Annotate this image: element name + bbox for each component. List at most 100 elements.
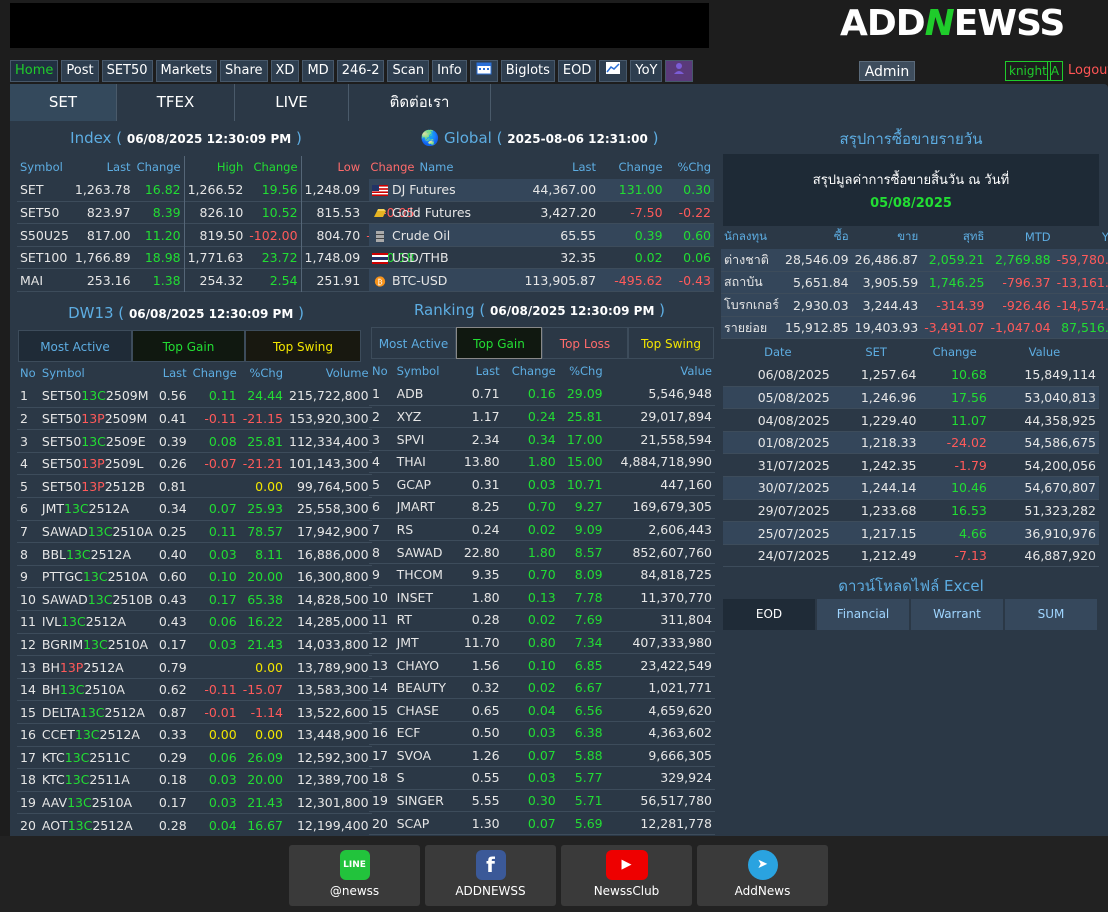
- tab-set[interactable]: SET: [10, 84, 117, 121]
- dw-row[interactable]: 8 BBL13C2512A 0.40 0.03 8.11 16,886,000: [17, 543, 372, 566]
- dw-symbol[interactable]: SET5013P2509L: [39, 452, 156, 475]
- rank-tab-most-active[interactable]: Most Active: [371, 327, 456, 359]
- dw-symbol[interactable]: BH13P2512A: [39, 656, 156, 679]
- line-link[interactable]: LINE @newss: [289, 845, 420, 906]
- calendar-icon[interactable]: [469, 60, 498, 82]
- ranking-row[interactable]: 2 XYZ 1.17 0.24 25.81 29,017,894: [369, 405, 715, 428]
- telegram-link[interactable]: ➤ AddNews: [697, 845, 828, 906]
- dw-row[interactable]: 9 PTTGC13C2510A 0.60 0.10 20.00 16,300,800: [17, 565, 372, 588]
- nav-markets[interactable]: Markets: [155, 60, 218, 82]
- dw-symbol[interactable]: SET5013C2509M: [39, 385, 156, 408]
- dw-row[interactable]: 3 SET5013C2509E 0.39 0.08 25.81 112,334,400: [17, 430, 372, 453]
- chart-icon[interactable]: [599, 60, 628, 82]
- youtube-link[interactable]: ▶ NewssClub: [561, 845, 692, 906]
- index-row[interactable]: SET 1,263.78 16.82 1,266.52 19.56 1,248.09 1.1…: [17, 178, 418, 202]
- dw-symbol[interactable]: SET5013P2512B: [39, 475, 156, 498]
- dw-symbol[interactable]: BH13C2510A: [39, 678, 156, 701]
- nav-xd[interactable]: XD: [270, 60, 300, 82]
- dw-row[interactable]: 20 AOT13C2512A 0.28 0.04 16.67 12,199,400: [17, 814, 372, 837]
- ranking-row[interactable]: 1 ADB 0.71 0.16 29.09 5,546,948: [369, 383, 715, 406]
- ranking-row[interactable]: 7 RS 0.24 0.02 9.09 2,606,443: [369, 518, 715, 541]
- ranking-row[interactable]: 10 INSET 1.80 0.13 7.78 11,370,770: [369, 586, 715, 609]
- index-row[interactable]: MAI 253.16 1.38 254.32 2.54 251.91 0.13: [17, 268, 418, 292]
- dw-symbol[interactable]: SET5013C2509E: [39, 430, 156, 453]
- user-name[interactable]: knight: [1005, 61, 1051, 81]
- global-row[interactable]: Gold Futures 3,427.20 -7.50 -0.22: [369, 201, 714, 224]
- nav-md[interactable]: MD: [302, 60, 334, 82]
- ranking-row[interactable]: 5 GCAP 0.31 0.03 10.71 447,160: [369, 473, 715, 496]
- dw-symbol[interactable]: PTTGC13C2510A: [39, 565, 156, 588]
- logout-link[interactable]: Logout: [1068, 63, 1108, 78]
- addnewss-logo[interactable]: ADDNEWSS: [840, 4, 1065, 44]
- dw-row[interactable]: 4 SET5013P2509L 0.26 -0.07 -21.21 101,143,300: [17, 452, 372, 475]
- dw-row[interactable]: 13 BH13P2512A 0.79 0.00 13,789,900: [17, 656, 372, 679]
- dw-symbol[interactable]: KTC13C2511C: [39, 746, 156, 769]
- dw-row[interactable]: 2 SET5013P2509M 0.41 -0.11 -21.15 153,920,300: [17, 407, 372, 430]
- ranking-row[interactable]: 3 SPVI 2.34 0.34 17.00 21,558,594: [369, 428, 715, 451]
- dw-row[interactable]: 16 CCET13C2512A 0.33 0.00 0.00 13,448,900: [17, 724, 372, 747]
- dw-symbol[interactable]: BGRIM13C2510A: [39, 633, 156, 656]
- dw-row[interactable]: 11 IVL13C2512A 0.43 0.06 16.22 14,285,000: [17, 611, 372, 634]
- nav-246-2[interactable]: 246-2: [336, 60, 385, 82]
- dw-symbol[interactable]: CCET13C2512A: [39, 724, 156, 747]
- nav-eod[interactable]: EOD: [557, 60, 597, 82]
- dw-symbol[interactable]: BBL13C2512A: [39, 543, 156, 566]
- dw-row[interactable]: 1 SET5013C2509M 0.56 0.11 24.44 215,722,800: [17, 385, 372, 408]
- dw-symbol[interactable]: SET5013P2509M: [39, 407, 156, 430]
- ranking-row[interactable]: 8 SAWAD 22.80 1.80 8.57 852,607,760: [369, 541, 715, 564]
- rank-tab-top-gain[interactable]: Top Gain: [456, 327, 542, 359]
- tab-tfex[interactable]: TFEX: [117, 84, 235, 121]
- nav-info[interactable]: Info: [432, 60, 467, 82]
- ranking-row[interactable]: 19 SINGER 5.55 0.30 5.71 56,517,780: [369, 789, 715, 812]
- dw-symbol[interactable]: SAWAD13C2510A: [39, 520, 156, 543]
- ranking-row[interactable]: 12 JMT 11.70 0.80 7.34 407,333,980: [369, 631, 715, 654]
- ranking-row[interactable]: 20 SCAP 1.30 0.07 5.69 12,281,778: [369, 812, 715, 835]
- excel-eod-button[interactable]: EOD: [723, 599, 815, 630]
- dw-row[interactable]: 14 BH13C2510A 0.62 -0.11 -15.07 13,583,300: [17, 678, 372, 701]
- tab-contact[interactable]: ติดต่อเรา: [349, 84, 491, 121]
- dw-row[interactable]: 18 KTC13C2511A 0.18 0.03 20.00 12,389,700: [17, 769, 372, 792]
- ranking-row[interactable]: 18 S 0.55 0.03 5.77 329,924: [369, 767, 715, 790]
- facebook-link[interactable]: f ADDNEWSS: [425, 845, 556, 906]
- rank-tab-top-loss[interactable]: Top Loss: [542, 327, 628, 359]
- dw-row[interactable]: 19 AAV13C2510A 0.17 0.03 21.43 12,301,800: [17, 791, 372, 814]
- dw-row[interactable]: 17 KTC13C2511C 0.29 0.06 26.09 12,592,300: [17, 746, 372, 769]
- dw-symbol[interactable]: JMT13C2512A: [39, 498, 156, 521]
- global-row[interactable]: Crude Oil 65.55 0.39 0.60: [369, 223, 714, 247]
- dw-tab-top-swing[interactable]: Top Swing: [245, 330, 361, 362]
- dw-symbol[interactable]: KTC13C2511A: [39, 769, 156, 792]
- index-row[interactable]: SET50 823.97 8.39 826.10 10.52 815.53 -0.05: [17, 201, 418, 224]
- dw-tab-most-active[interactable]: Most Active: [18, 330, 132, 362]
- global-row[interactable]: USD/THB 32.35 0.02 0.06: [369, 246, 714, 269]
- ranking-row[interactable]: 13 CHAYO 1.56 0.10 6.85 23,422,549: [369, 654, 715, 677]
- dw-symbol[interactable]: IVL13C2512A: [39, 611, 156, 634]
- nav-set50[interactable]: SET50: [101, 60, 153, 82]
- dw-symbol[interactable]: SAWAD13C2510B: [39, 588, 156, 611]
- nav-yoy[interactable]: YoY: [630, 60, 663, 82]
- profile-icon[interactable]: [665, 60, 694, 82]
- nav-share[interactable]: Share: [220, 60, 268, 82]
- admin-button[interactable]: Admin: [859, 61, 915, 81]
- dw-row[interactable]: 12 BGRIM13C2510A 0.17 0.03 21.43 14,033,800: [17, 633, 372, 656]
- dw-row[interactable]: 6 JMT13C2512A 0.34 0.07 25.93 25,558,300: [17, 498, 372, 521]
- rank-tab-top-swing[interactable]: Top Swing: [628, 327, 714, 359]
- index-row[interactable]: S50U25 817.00 11.20 819.50 -102.00 804.70 -116…: [17, 223, 418, 247]
- ranking-row[interactable]: 6 JMART 8.25 0.70 9.27 169,679,305: [369, 496, 715, 519]
- excel-financial-button[interactable]: Financial: [817, 599, 909, 630]
- nav-home[interactable]: Home: [10, 60, 59, 82]
- nav-post[interactable]: Post: [61, 60, 99, 82]
- ranking-row[interactable]: 17 SVOA 1.26 0.07 5.88 9,666,305: [369, 744, 715, 767]
- dw-row[interactable]: 7 SAWAD13C2510A 0.25 0.11 78.57 17,942,900: [17, 520, 372, 543]
- tab-live[interactable]: LIVE: [235, 84, 349, 121]
- global-row[interactable]: DJ Futures 44,367.00 131.00 0.30: [369, 178, 714, 202]
- ranking-row[interactable]: 9 THCOM 9.35 0.70 8.09 84,818,725: [369, 563, 715, 586]
- dw-row[interactable]: 5 SET5013P2512B 0.81 0.00 99,764,500: [17, 475, 372, 498]
- dw-symbol[interactable]: AAV13C2510A: [39, 791, 156, 814]
- index-row[interactable]: SET100 1,766.89 18.98 1,771.63 23.72 1,748.09…: [17, 246, 418, 269]
- global-row[interactable]: ₿ BTC-USD 113,905.87 -495.62 -0.43: [369, 268, 714, 292]
- nav-scan[interactable]: Scan: [387, 60, 430, 82]
- dw-row[interactable]: 10 SAWAD13C2510B 0.43 0.17 65.38 14,828,500: [17, 588, 372, 611]
- ranking-row[interactable]: 15 CHASE 0.65 0.04 6.56 4,659,620: [369, 699, 715, 722]
- excel-sum-button[interactable]: SUM: [1005, 599, 1097, 630]
- excel-warrant-button[interactable]: Warrant: [911, 599, 1003, 630]
